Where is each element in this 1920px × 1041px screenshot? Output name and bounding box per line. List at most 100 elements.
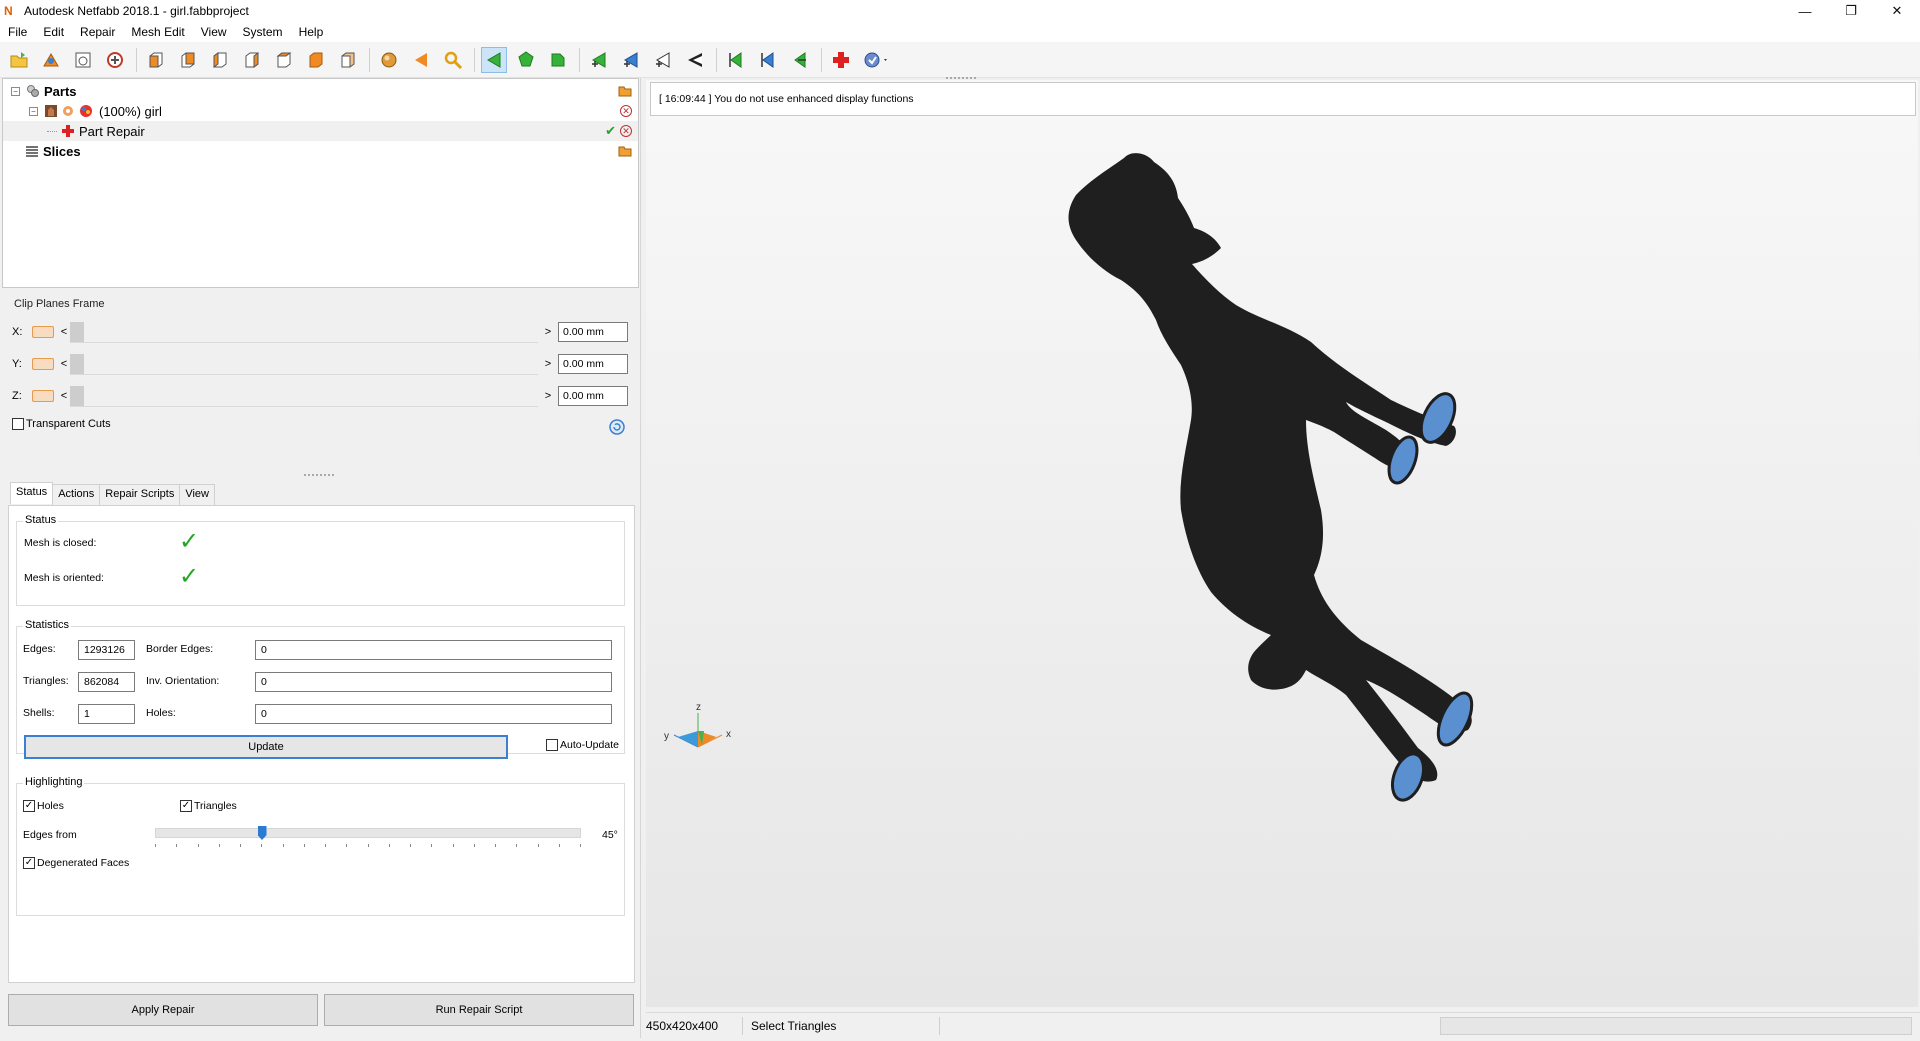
select-all-icon[interactable]: [682, 47, 708, 73]
clip-z-input[interactable]: 0.00 mm: [558, 386, 628, 406]
clip-x-input[interactable]: 0.00 mm: [558, 322, 628, 342]
clip-y-right-arrow[interactable]: >: [542, 358, 554, 370]
zoom-icon[interactable]: [440, 47, 466, 73]
collapse-icon[interactable]: −: [29, 106, 38, 116]
clip-x-slider[interactable]: [70, 321, 538, 343]
cancel-repair-icon[interactable]: ✕: [620, 125, 632, 137]
holes-field[interactable]: 0: [255, 704, 612, 724]
view-right-icon[interactable]: [239, 47, 265, 73]
auto-update-row[interactable]: Auto-Update: [546, 739, 619, 751]
menu-repair[interactable]: Repair: [72, 25, 123, 39]
shells-field[interactable]: 1: [78, 704, 135, 724]
clip-x-right-arrow[interactable]: >: [542, 326, 554, 338]
clip-z-left-arrow[interactable]: <: [58, 390, 70, 402]
tab-view[interactable]: View: [179, 484, 215, 506]
clip-z-thumb[interactable]: [70, 386, 84, 406]
view-iso-icon[interactable]: [335, 47, 361, 73]
clip-y-slider[interactable]: [70, 353, 538, 375]
tree-row-parts[interactable]: − Parts: [3, 81, 638, 101]
border-edges-field[interactable]: 0: [255, 640, 612, 660]
edges-angle-slider[interactable]: [155, 826, 581, 848]
folder-icon[interactable]: [618, 145, 632, 157]
holes-highlight-row[interactable]: ✓ Holes: [23, 800, 64, 812]
menu-edit[interactable]: Edit: [35, 25, 72, 39]
select-add-triangle-icon[interactable]: [586, 47, 612, 73]
view-front-icon[interactable]: [143, 47, 169, 73]
triangles-highlight-row[interactable]: ✓ Triangles: [180, 800, 237, 812]
clip-y-input[interactable]: 0.00 mm: [558, 354, 628, 374]
triangles-field[interactable]: 862084: [78, 672, 135, 692]
previous-view-icon[interactable]: [408, 47, 434, 73]
select-outline-icon[interactable]: [650, 47, 676, 73]
minimize-button[interactable]: —: [1782, 0, 1828, 22]
slider-tick: [176, 844, 178, 847]
clip-y-left-arrow[interactable]: <: [58, 358, 70, 370]
mesh-render[interactable]: z y x: [646, 80, 1918, 1007]
color-eye-icon[interactable]: [61, 104, 75, 118]
reset-clip-icon[interactable]: [608, 418, 626, 436]
transparent-cuts-row[interactable]: Transparent Cuts: [12, 418, 111, 430]
menu-system[interactable]: System: [235, 25, 291, 39]
select-shell-icon[interactable]: [545, 47, 571, 73]
clip-z-toggle[interactable]: [32, 390, 54, 402]
view-left-icon[interactable]: [207, 47, 233, 73]
clip-z-right-arrow[interactable]: >: [542, 390, 554, 402]
tree-row-part-girl[interactable]: − (100%) girl ✕: [3, 101, 638, 121]
add-object-icon[interactable]: [102, 47, 128, 73]
apply-check-icon[interactable]: ✔: [605, 124, 616, 137]
slider-tick: [558, 844, 560, 847]
slider-tick: [240, 844, 241, 847]
remove-part-icon[interactable]: ✕: [620, 105, 632, 117]
clip-x-left-arrow[interactable]: <: [58, 326, 70, 338]
view-back-icon[interactable]: [175, 47, 201, 73]
tab-repair-scripts[interactable]: Repair Scripts: [99, 484, 181, 506]
degenerated-faces-checkbox[interactable]: ✓: [23, 857, 35, 869]
repair-cross-icon[interactable]: [828, 47, 854, 73]
splitter-handle[interactable]: [946, 77, 976, 81]
transparent-cuts-checkbox[interactable]: [12, 418, 24, 430]
menu-mesh-edit[interactable]: Mesh Edit: [123, 25, 192, 39]
tree-row-slices[interactable]: Slices: [3, 141, 638, 161]
add-part-icon[interactable]: [38, 47, 64, 73]
menu-file[interactable]: File: [0, 25, 35, 39]
clip-x-thumb[interactable]: [70, 322, 84, 342]
select-triangle-icon[interactable]: [481, 46, 507, 73]
tab-status[interactable]: Status: [10, 482, 54, 504]
view-top-icon[interactable]: [271, 47, 297, 73]
select-plane-icon[interactable]: [618, 47, 644, 73]
invert-selection-icon[interactable]: [723, 47, 749, 73]
x-axis-label: x: [726, 729, 731, 740]
tree-row-part-repair[interactable]: Part Repair ✔ ✕: [3, 121, 638, 141]
auto-update-checkbox[interactable]: [546, 739, 558, 751]
view-bottom-icon[interactable]: [303, 47, 329, 73]
color-palette-icon[interactable]: [79, 104, 93, 118]
folder-icon[interactable]: [618, 85, 632, 97]
restore-button[interactable]: ❐: [1828, 0, 1874, 22]
run-repair-script-button[interactable]: Run Repair Script: [324, 994, 634, 1026]
grow-selection-icon[interactable]: [787, 47, 813, 73]
clip-z-slider[interactable]: [70, 385, 538, 407]
holes-checkbox[interactable]: ✓: [23, 800, 35, 812]
select-surface-icon[interactable]: [513, 47, 539, 73]
shading-sphere-icon[interactable]: [376, 47, 402, 73]
window-controls: — ❐ ✕: [1782, 0, 1920, 22]
edges-field[interactable]: 1293126: [78, 640, 135, 660]
tab-actions[interactable]: Actions: [52, 484, 101, 506]
3d-viewport[interactable]: z y x: [646, 80, 1918, 1007]
clip-y-toggle[interactable]: [32, 358, 54, 370]
degenerated-faces-row[interactable]: ✓ Degenerated Faces: [23, 857, 129, 869]
deselect-icon[interactable]: [755, 47, 781, 73]
script-dropdown-icon[interactable]: [860, 47, 894, 73]
menu-view[interactable]: View: [193, 25, 235, 39]
apply-repair-button[interactable]: Apply Repair: [8, 994, 318, 1026]
measure-icon[interactable]: [70, 47, 96, 73]
open-folder-icon[interactable]: [6, 47, 32, 73]
update-button[interactable]: Update: [24, 735, 508, 759]
clip-y-thumb[interactable]: [70, 354, 84, 374]
inv-orientation-field[interactable]: 0: [255, 672, 612, 692]
clip-x-toggle[interactable]: [32, 326, 54, 338]
triangles-checkbox[interactable]: ✓: [180, 800, 192, 812]
menu-help[interactable]: Help: [291, 25, 332, 39]
close-button[interactable]: ✕: [1874, 0, 1920, 22]
collapse-icon[interactable]: −: [11, 86, 20, 96]
